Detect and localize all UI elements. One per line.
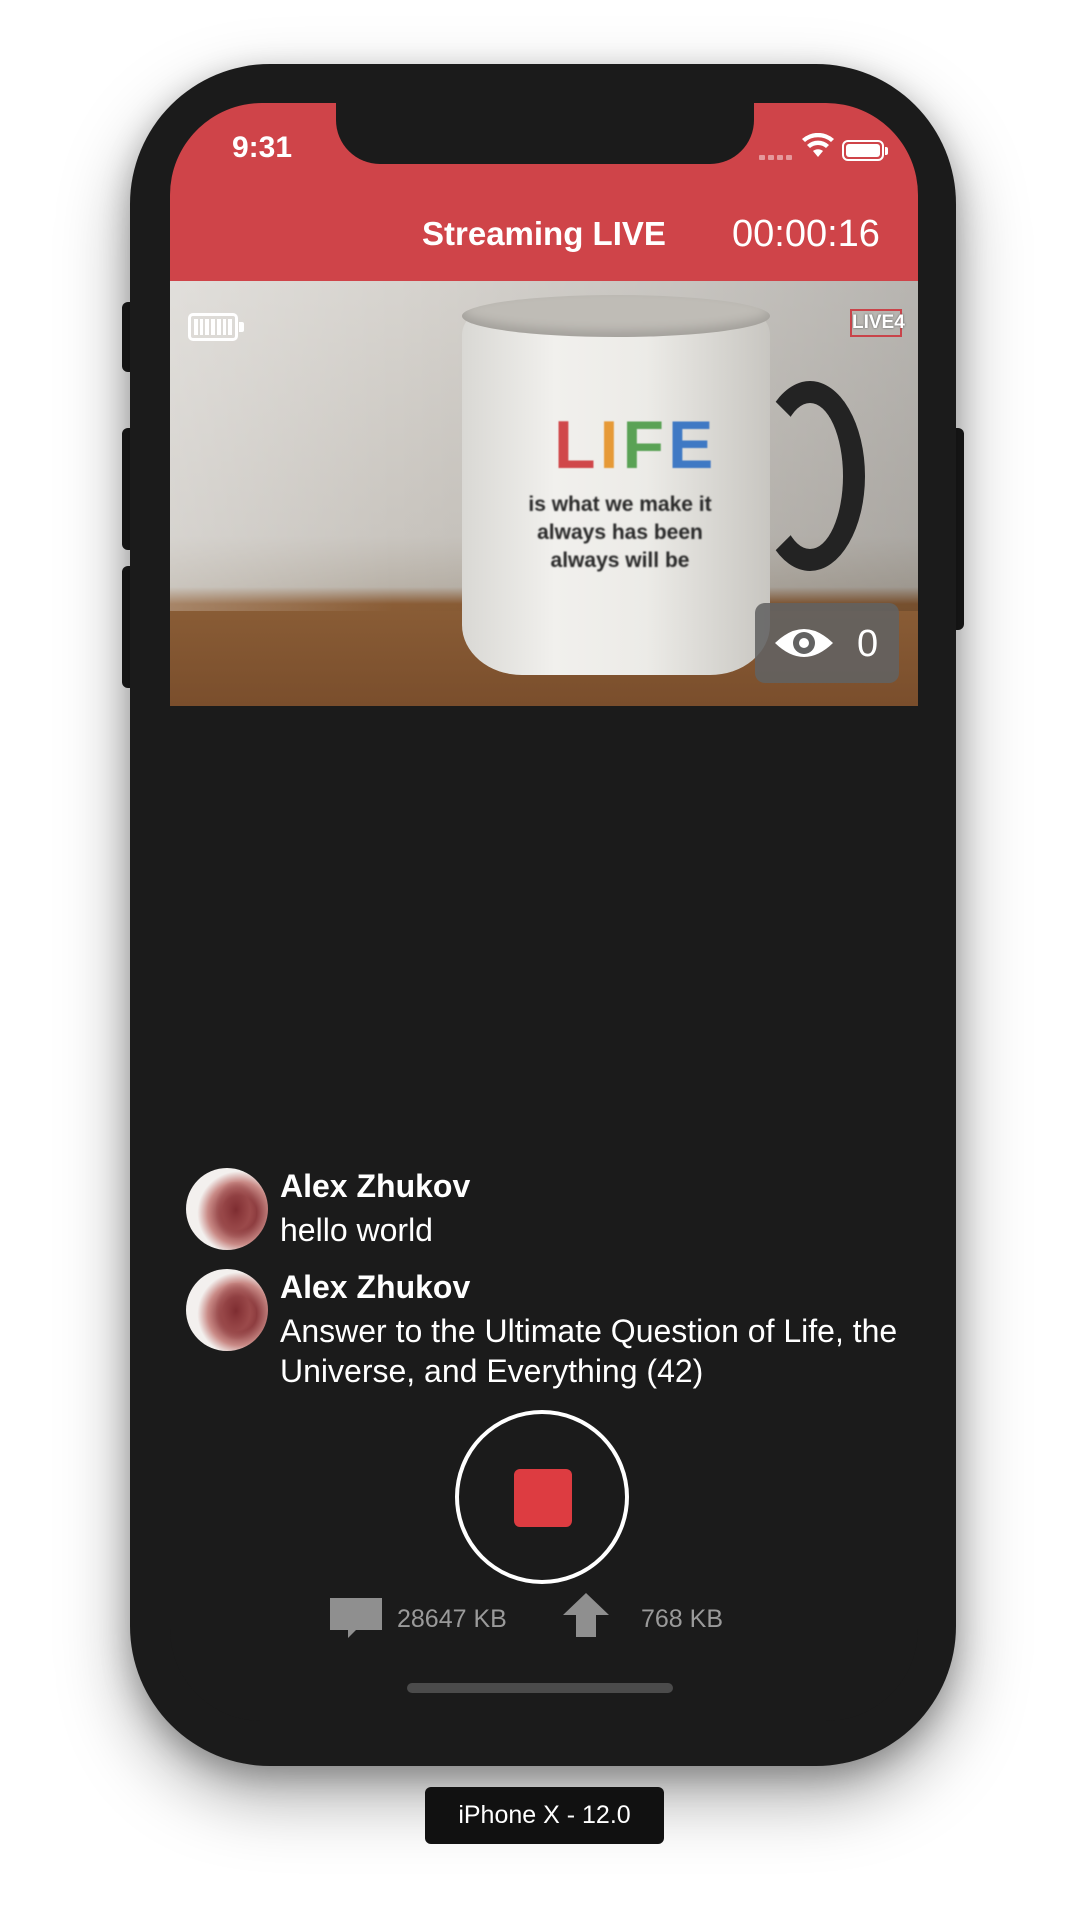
message-icon — [330, 1598, 382, 1638]
battery-icon — [842, 140, 888, 161]
mug-handle — [755, 381, 865, 571]
signal-icon — [759, 155, 792, 160]
device-label: iPhone X - 12.0 — [425, 1787, 664, 1844]
mug-word: LIFE — [554, 407, 718, 483]
wifi-icon — [802, 133, 834, 157]
header-bar: 9:31 Streaming LIVE 00:00:16 — [170, 103, 918, 281]
video-preview[interactable]: LIFE is what we make it always has been … — [170, 281, 918, 706]
upload-stat: 768 KB — [641, 1605, 724, 1633]
upload-arrow-icon — [563, 1593, 609, 1637]
chat-message: Alex Zhukov Answer to the Ultimate Quest… — [186, 1269, 906, 1399]
eye-icon — [775, 629, 833, 657]
chat-author: Alex Zhukov — [280, 1269, 471, 1305]
mug-rim — [462, 295, 770, 337]
viewer-count: 0 — [857, 623, 879, 665]
chat-message: Alex Zhukov hello world — [186, 1168, 906, 1258]
storage-stat: 28647 KB — [397, 1605, 507, 1633]
live-logo: LIVE4 — [850, 309, 905, 337]
stream-battery-icon — [188, 313, 244, 341]
notch — [336, 103, 754, 164]
stop-stream-button[interactable] — [455, 1410, 629, 1584]
avatar — [186, 1168, 268, 1250]
chat-text: hello world — [280, 1212, 433, 1248]
screen: 9:31 Streaming LIVE 00:00:16 LIFE is wha… — [170, 103, 918, 1721]
home-indicator[interactable] — [407, 1683, 673, 1693]
stop-icon — [514, 1469, 572, 1527]
page-title: Streaming LIVE — [422, 215, 666, 252]
chat-author: Alex Zhukov — [280, 1168, 471, 1204]
stream-timer: 00:00:16 — [732, 213, 880, 255]
viewer-count-badge: 0 — [755, 603, 899, 683]
chat-text: Answer to the Ultimate Question of Life,… — [280, 1313, 898, 1389]
mug-caption: is what we make it always has been alway… — [528, 493, 712, 572]
status-time: 9:31 — [232, 131, 293, 164]
avatar — [186, 1269, 268, 1351]
mug — [462, 305, 770, 675]
